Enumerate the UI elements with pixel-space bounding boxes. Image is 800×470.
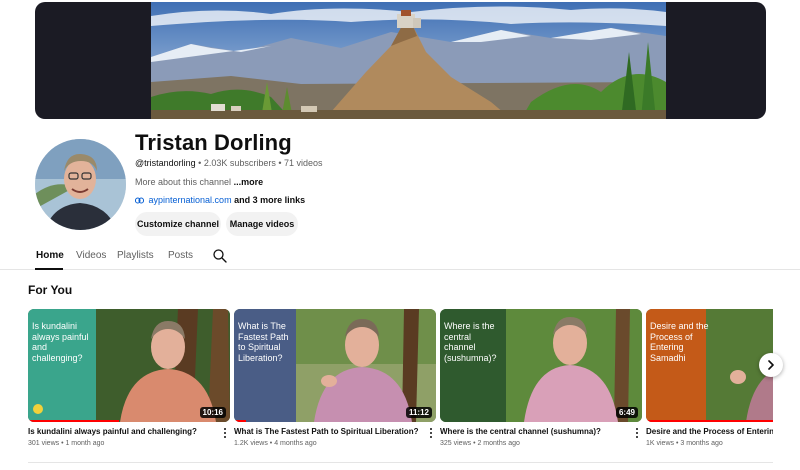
watch-progress-bar: [28, 420, 119, 422]
video-title[interactable]: Desire and the Process of Entering Samad…: [646, 427, 773, 436]
search-icon[interactable]: [212, 248, 228, 264]
channel-link[interactable]: aypinternational.com: [149, 195, 232, 205]
thumbnail-caption: Where is the central channel (sushumna)?: [444, 321, 497, 363]
manage-videos-button[interactable]: Manage videos: [226, 212, 298, 236]
video-card[interactable]: Where is the central channel (sushumna)?…: [440, 309, 642, 447]
channel-banner: [35, 2, 766, 119]
video-thumbnail[interactable]: Is kundalini always painful and challeng…: [28, 309, 230, 422]
channel-tabs: Home Videos Playlists Posts: [0, 246, 800, 270]
section-title: For You: [28, 283, 73, 297]
video-card[interactable]: Is kundalini always painful and challeng…: [28, 309, 230, 447]
channel-name: Tristan Dorling: [135, 130, 292, 155]
channel-avatar[interactable]: [35, 139, 126, 230]
meta-separator: •: [275, 158, 285, 168]
video-meta: 325 views • 2 months ago: [440, 440, 520, 447]
video-meta: 301 views • 1 month ago: [28, 440, 105, 447]
tab-posts[interactable]: Posts: [168, 250, 193, 261]
subscriber-count: 2.03K subscribers: [203, 158, 276, 168]
thumbnail-caption: What is The Fastest Path to Spiritual Li…: [238, 321, 289, 363]
channel-handle: @tristandorling: [135, 158, 196, 168]
video-count: 71 videos: [284, 158, 323, 168]
watch-progress-bar: [234, 420, 247, 422]
more-vert-icon[interactable]: [222, 427, 228, 439]
channel-links: aypinternational.com and 3 more links: [135, 195, 305, 205]
video-duration: 11:12: [405, 407, 432, 418]
video-meta: 1.2K views • 4 months ago: [234, 440, 317, 447]
video-thumbnail[interactable]: Where is the central channel (sushumna)?…: [440, 309, 642, 422]
banner-image: [151, 2, 666, 119]
meta-separator: •: [195, 158, 204, 168]
active-tab-indicator: [35, 268, 63, 270]
more-links[interactable]: and 3 more links: [234, 195, 305, 205]
channel-meta: @tristandorling • 2.03K subscribers • 71…: [135, 158, 323, 168]
video-card[interactable]: Desire and the Process of Entering Samad…: [646, 309, 773, 447]
video-duration: 10:16: [199, 407, 226, 418]
watch-progress-bar: [646, 420, 773, 422]
tab-videos[interactable]: Videos: [76, 250, 106, 261]
more-vert-icon[interactable]: [428, 427, 434, 439]
customize-channel-button[interactable]: Customize channel: [135, 212, 221, 236]
channel-about[interactable]: More about this channel ...more: [135, 177, 263, 187]
video-title[interactable]: What is The Fastest Path to Spiritual Li…: [234, 427, 422, 436]
tab-home[interactable]: Home: [36, 250, 64, 261]
video-card[interactable]: What is The Fastest Path to Spiritual Li…: [234, 309, 436, 447]
chevron-right-icon[interactable]: [759, 353, 783, 377]
section-divider: [28, 462, 773, 463]
about-more-link[interactable]: ...more: [234, 177, 264, 187]
video-thumbnail[interactable]: Desire and the Process of Entering Samad…: [646, 309, 773, 422]
video-meta: 1K views • 3 months ago: [646, 440, 723, 447]
thumbnail-caption: Desire and the Process of Entering Samad…: [650, 321, 709, 363]
thumbnail-caption: Is kundalini always painful and challeng…: [32, 321, 89, 363]
about-text: More about this channel: [135, 177, 232, 187]
video-thumbnail[interactable]: What is The Fastest Path to Spiritual Li…: [234, 309, 436, 422]
video-title[interactable]: Where is the central channel (sushumna)?: [440, 427, 628, 436]
video-duration: 6:49: [615, 407, 638, 418]
video-title[interactable]: Is kundalini always painful and challeng…: [28, 427, 216, 436]
link-icon: [135, 195, 147, 205]
more-vert-icon[interactable]: [634, 427, 640, 439]
video-shelf: Is kundalini always painful and challeng…: [28, 309, 773, 459]
tab-playlists[interactable]: Playlists: [117, 250, 154, 261]
